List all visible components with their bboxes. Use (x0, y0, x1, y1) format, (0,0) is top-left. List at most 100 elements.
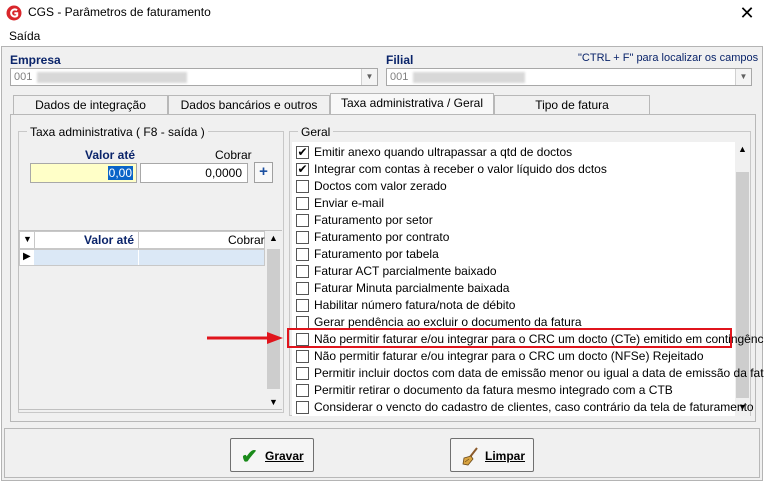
option-row[interactable]: Enviar e-mail (296, 195, 736, 212)
checkbox[interactable] (296, 180, 309, 193)
chevron-up-icon[interactable]: ▲ (269, 233, 278, 243)
option-row[interactable]: Faturamento por setor (296, 212, 736, 229)
tab-tipo-fatura[interactable]: Tipo de fatura (494, 95, 650, 115)
window-title: CGS - Parâmetros de faturamento (28, 5, 211, 19)
option-label: Enviar e-mail (314, 196, 385, 210)
button-bar (4, 428, 760, 478)
checkbox[interactable] (296, 248, 309, 261)
tab-dados-integracao[interactable]: Dados de integração (13, 95, 168, 115)
option-row[interactable]: Doctos com valor zerado (296, 178, 736, 195)
highlight-box (287, 328, 732, 348)
add-icon[interactable]: + (254, 162, 273, 183)
option-label: Faturar Minuta parcialmente baixada (314, 281, 510, 295)
option-label: Faturamento por setor (314, 213, 433, 227)
valor-ate-input[interactable]: 0,00 (30, 163, 137, 183)
search-hint: "CTRL + F" para localizar os campos (578, 52, 759, 64)
grid-divider (138, 232, 139, 250)
gravar-button[interactable]: ✔ Gravar (230, 438, 314, 472)
filial-redacted (413, 72, 525, 83)
checkbox-checked[interactable]: ✔ (296, 146, 309, 159)
empresa-label: Empresa (10, 53, 61, 67)
grid-dropdown-icon[interactable]: ▼ (23, 234, 32, 244)
limpar-button[interactable]: Limpar (450, 438, 534, 472)
checkbox[interactable] (296, 401, 309, 414)
grid-scrollbar[interactable]: ▲ ▼ (265, 231, 282, 409)
broom-icon (462, 447, 478, 466)
option-label: Não permitir faturar e/ou integrar para … (314, 349, 704, 363)
option-row[interactable]: Faturar ACT parcialmente baixado (296, 263, 736, 280)
grid-row[interactable]: ▶ (19, 249, 265, 266)
option-row[interactable]: Permitir incluir doctos com data de emis… (296, 365, 764, 382)
option-label: Faturamento por tabela (314, 247, 439, 261)
limpar-label: Limpar (485, 449, 526, 463)
title-bar: CGS - Parâmetros de faturamento ✕ (0, 0, 764, 26)
cobrar-input[interactable]: 0,0000 (140, 163, 248, 183)
valor-ate-label: Valor até (85, 148, 136, 162)
option-row[interactable]: ✔ Emitir anexo quando ultrapassar a qtd d… (296, 144, 736, 161)
tab-label: Tipo de fatura (535, 98, 609, 112)
row-indicator-icon: ▶ (23, 251, 31, 262)
option-row[interactable]: Permitir retirar o documento da fatura m… (296, 382, 736, 399)
grid-divider (34, 232, 35, 250)
grid-cell[interactable] (34, 250, 138, 265)
filial-select[interactable]: 001 ▼ (386, 68, 752, 86)
close-icon[interactable]: ✕ (736, 2, 758, 24)
gravar-label: Gravar (265, 449, 304, 463)
checkbox[interactable] (296, 350, 309, 363)
chevron-down-icon[interactable]: ▼ (361, 69, 377, 85)
tab-label: Taxa administrativa / Geral (340, 96, 484, 110)
chevron-down-icon[interactable]: ▼ (269, 397, 278, 407)
checkmark-icon: ✔ (241, 446, 258, 468)
checkbox[interactable] (296, 367, 309, 380)
valor-ate-value: 0,00 (107, 166, 133, 180)
option-row[interactable]: Faturamento por contrato (296, 229, 736, 246)
checkbox-checked[interactable]: ✔ (296, 163, 309, 176)
tab-label: Dados bancários e outros (180, 98, 318, 112)
taxa-group-title: Taxa administrativa ( F8 - saída ) (27, 125, 208, 139)
menu-item-saida[interactable]: Saída (9, 29, 40, 43)
empresa-select[interactable]: 001 ▼ (10, 68, 378, 86)
cobrar-value: 0,0000 (205, 166, 242, 180)
checkbox[interactable] (296, 299, 309, 312)
checkbox[interactable] (296, 282, 309, 295)
arrow-right-icon (207, 332, 283, 344)
option-label: Gerar pendência ao excluir o documento d… (314, 315, 582, 329)
checkbox[interactable] (296, 214, 309, 227)
option-label: Emitir anexo quando ultrapassar a qtd de… (314, 145, 573, 159)
checkbox[interactable] (296, 265, 309, 278)
option-row[interactable]: ✔ Integrar com contas à receber o valor l… (296, 161, 736, 178)
grid-header: ▼ Valor até Cobrar (19, 231, 265, 250)
checkbox[interactable] (296, 384, 309, 397)
menu-bar: Saída (0, 26, 764, 46)
tab-taxa-administrativa[interactable]: Taxa administrativa / Geral (330, 93, 494, 115)
option-row[interactable]: Faturar Minuta parcialmente baixada (296, 280, 736, 297)
tab-dados-bancarios[interactable]: Dados bancários e outros (168, 95, 330, 115)
scroll-thumb[interactable] (736, 172, 749, 398)
option-label: Considerar o vencto do cadastro de clien… (314, 400, 754, 414)
option-row[interactable]: Habilitar número fatura/nota de débito (296, 297, 736, 314)
grid-col-cobrar[interactable]: Cobrar (228, 233, 265, 247)
chevron-up-icon[interactable]: ▲ (738, 144, 747, 154)
checkbox[interactable] (296, 231, 309, 244)
option-label: Permitir incluir doctos com data de emis… (314, 366, 764, 380)
geral-group-title: Geral (298, 125, 334, 139)
tab-label: Dados de integração (35, 98, 146, 112)
option-label: Doctos com valor zerado (314, 179, 447, 193)
filial-label: Filial (386, 53, 414, 67)
empresa-redacted (37, 72, 187, 83)
grid-col-valor-ate[interactable]: Valor até (84, 233, 134, 247)
chevron-down-icon[interactable]: ▼ (735, 69, 751, 85)
app-logo-icon (6, 5, 22, 21)
option-label: Faturamento por contrato (314, 230, 450, 244)
option-row[interactable]: Não permitir faturar e/ou integrar para … (296, 348, 736, 365)
option-row[interactable]: Considerar o vencto do cadastro de clien… (296, 399, 754, 416)
option-label: Habilitar número fatura/nota de débito (314, 298, 516, 312)
scroll-thumb[interactable] (267, 249, 280, 389)
option-label: Permitir retirar o documento da fatura m… (314, 383, 673, 397)
option-label: Faturar ACT parcialmente baixado (314, 264, 497, 278)
option-row[interactable]: Faturamento por tabela (296, 246, 736, 263)
checkbox[interactable] (296, 197, 309, 210)
empresa-value: 001 (14, 71, 33, 83)
cobrar-label: Cobrar (215, 148, 252, 162)
grid-cell[interactable] (139, 250, 264, 265)
